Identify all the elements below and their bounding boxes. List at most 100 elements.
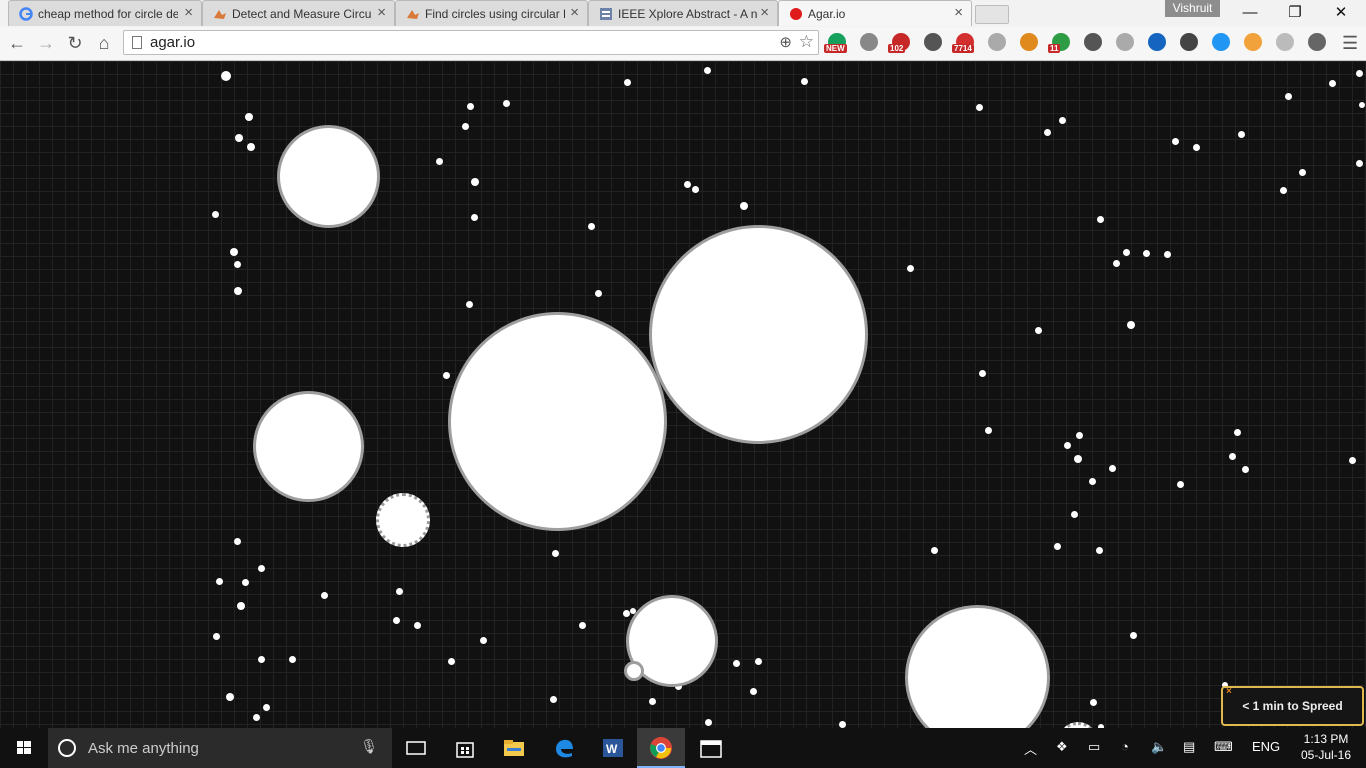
cloud-icon[interactable]	[1116, 33, 1134, 51]
food-pellet	[465, 300, 473, 308]
home-icon[interactable]: ⌂	[93, 32, 115, 54]
back-arrow-icon[interactable]: ←	[6, 32, 28, 54]
tab-find-circles[interactable]: Find circles using circular H ×	[395, 0, 588, 26]
tab-close-icon[interactable]: ×	[760, 4, 769, 21]
basket-icon[interactable]	[1020, 33, 1038, 51]
food-pellet	[1108, 464, 1116, 472]
new-tab-button[interactable]	[975, 5, 1009, 24]
clock-date: 05-Jul-16	[1300, 748, 1352, 762]
notice-close-icon[interactable]: ×	[1226, 674, 1232, 710]
tab-agario[interactable]: Agar.io ×	[778, 0, 972, 26]
food-pellet	[226, 693, 234, 701]
food-pellet	[975, 103, 983, 111]
character-icon[interactable]	[1244, 33, 1262, 51]
battery-icon[interactable]: ▭	[1088, 739, 1100, 755]
windows-start-icon[interactable]	[0, 728, 48, 768]
file-explorer-icon[interactable]	[502, 736, 526, 760]
word-icon[interactable]: W	[601, 736, 625, 760]
action-center-icon[interactable]: ▤	[1183, 739, 1195, 755]
tab-close-icon[interactable]: ×	[377, 4, 386, 21]
browser-toolbar: ← → ↻ ⌂ agar.io ⊕ ☆ NEW 102 7714 11 ☰	[0, 27, 1366, 61]
grammarly-icon[interactable]: NEW	[824, 33, 847, 53]
tab-ieee-xplore[interactable]: IEEE Xplore Abstract - A ne ×	[588, 0, 778, 26]
player-cell	[648, 224, 868, 444]
calendar-icon[interactable]	[699, 736, 723, 760]
wifi-icon[interactable]: ◔	[1121, 739, 1129, 754]
food-pellet	[1034, 326, 1042, 334]
inbox-icon[interactable]	[1084, 33, 1102, 51]
reload-icon[interactable]: ↻	[64, 32, 86, 54]
food-pellet	[1237, 130, 1245, 138]
food-pellet	[648, 697, 656, 705]
food-pellet	[732, 659, 740, 667]
tab-strip: cheap method for circle de × Detect and …	[0, 0, 1366, 27]
food-pellet	[215, 577, 223, 585]
camera-icon[interactable]	[1148, 33, 1166, 51]
volume-icon[interactable]: 🔈	[1151, 739, 1167, 755]
food-pellet	[1228, 452, 1236, 460]
food-pellet	[1348, 456, 1356, 464]
tab-close-icon[interactable]: ×	[184, 4, 193, 21]
game-canvas[interactable]	[0, 61, 1366, 728]
food-pellet	[233, 537, 241, 545]
books-icon[interactable]	[1308, 33, 1326, 51]
language-indicator[interactable]: ENG	[1252, 739, 1280, 754]
lightbulb-icon[interactable]	[924, 33, 942, 51]
food-pellet	[247, 143, 255, 151]
food-pellet	[1089, 698, 1097, 706]
food-pellet	[578, 621, 586, 629]
food-pellet	[395, 587, 403, 595]
screenshot-icon[interactable]	[1212, 33, 1230, 51]
address-bar[interactable]: agar.io ⊕ ☆	[123, 30, 819, 55]
chrome-menu-icon[interactable]: ☰	[1342, 33, 1358, 54]
zoom-icon[interactable]: ⊕	[779, 33, 792, 51]
microphone-icon[interactable]: 🎙	[360, 738, 378, 755]
food-pellet	[549, 695, 557, 703]
restore-button[interactable]: ❐	[1272, 2, 1318, 24]
food-pellet	[838, 720, 846, 728]
mail-checker-icon[interactable]	[860, 33, 878, 51]
food-pellet	[252, 713, 260, 721]
food-pellet	[1355, 159, 1363, 167]
player-cell	[624, 661, 644, 681]
food-pellet	[1070, 510, 1078, 518]
food-pellet	[1075, 431, 1083, 439]
food-pellet	[461, 122, 469, 130]
tab-detect-measure[interactable]: Detect and Measure Circu ×	[202, 0, 395, 26]
cortana-search-box[interactable]: Ask me anything 🎙	[48, 728, 392, 768]
keyboard-icon[interactable]: ⌨	[1214, 739, 1233, 755]
food-pellet	[442, 371, 450, 379]
extension-badge: 102	[888, 44, 906, 53]
profile-button[interactable]: Vishruit	[1165, 0, 1220, 17]
food-pellet	[594, 289, 602, 297]
close-window-button[interactable]: ✕	[1318, 2, 1364, 24]
chrome-taskbar-button[interactable]	[637, 728, 685, 768]
puzzle-icon[interactable]	[1180, 33, 1198, 51]
player-cell	[904, 604, 1050, 728]
minimize-button[interactable]: —	[1227, 2, 1273, 24]
bookmark-star-icon[interactable]: ☆	[799, 32, 814, 52]
tab-close-icon[interactable]: ×	[954, 4, 963, 21]
cortana-icon	[58, 739, 76, 757]
gmail-icon[interactable]: 7714	[952, 33, 974, 53]
play-icon[interactable]	[988, 33, 1006, 51]
player-cell	[447, 311, 667, 531]
agario-icon	[790, 8, 802, 20]
task-view-icon[interactable]	[404, 736, 428, 760]
forward-arrow-icon[interactable]: →	[35, 32, 57, 54]
system-clock[interactable]: 1:13 PM 05-Jul-16	[1296, 731, 1356, 763]
food-pellet	[1163, 250, 1171, 258]
player-cell	[252, 390, 364, 502]
tab-close-icon[interactable]: ×	[570, 4, 579, 21]
dropbox-icon[interactable]: ❖	[1056, 739, 1068, 755]
tab-google-search[interactable]: cheap method for circle de ×	[8, 0, 202, 26]
pushbullet-icon[interactable]: 11	[1048, 33, 1070, 53]
notifications-icon[interactable]: 102	[888, 33, 910, 53]
store-icon[interactable]	[453, 736, 477, 760]
m-icon[interactable]	[1276, 33, 1294, 51]
edge-icon[interactable]	[552, 736, 576, 760]
food-pellet	[1058, 116, 1066, 124]
show-hidden-icons-chevron-icon[interactable]: ︿	[1024, 739, 1037, 758]
food-pellet	[212, 632, 220, 640]
chrome-icon	[650, 737, 672, 759]
